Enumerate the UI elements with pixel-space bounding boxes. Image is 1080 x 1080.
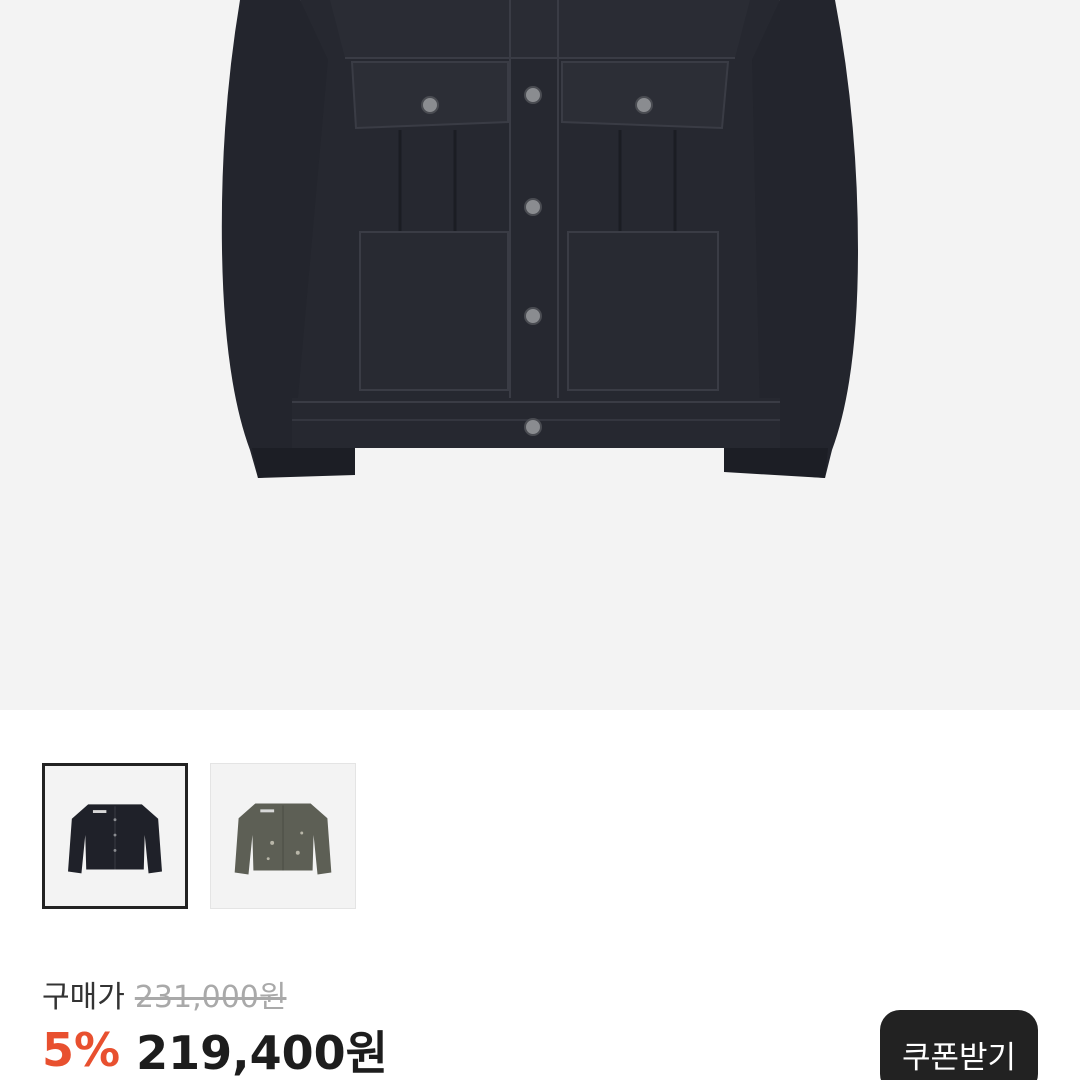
get-coupon-button[interactable]: 쿠폰받기 <box>880 1010 1038 1080</box>
original-price: 231,000원 <box>134 980 287 1015</box>
price-label: 구매가 <box>42 980 125 1015</box>
discount-rate: 5% <box>42 1023 121 1077</box>
price-info: 구매가 231,000원 <box>42 972 286 1016</box>
color-thumbnail-khaki[interactable] <box>210 763 356 909</box>
sale-price-info: 5% 219,400원 <box>42 1020 388 1080</box>
black-jacket-thumbnail-image <box>68 804 162 874</box>
product-detail-page: 구매가 231,000원 5% 219,400원 쿠폰받기 <box>0 0 1080 1080</box>
khaki-jacket-thumbnail-image <box>234 803 332 875</box>
jacket-illustration <box>221 0 858 478</box>
sale-price: 219,400원 <box>136 1026 388 1080</box>
color-thumbnail-black[interactable] <box>42 763 188 909</box>
product-image[interactable] <box>0 0 1080 710</box>
